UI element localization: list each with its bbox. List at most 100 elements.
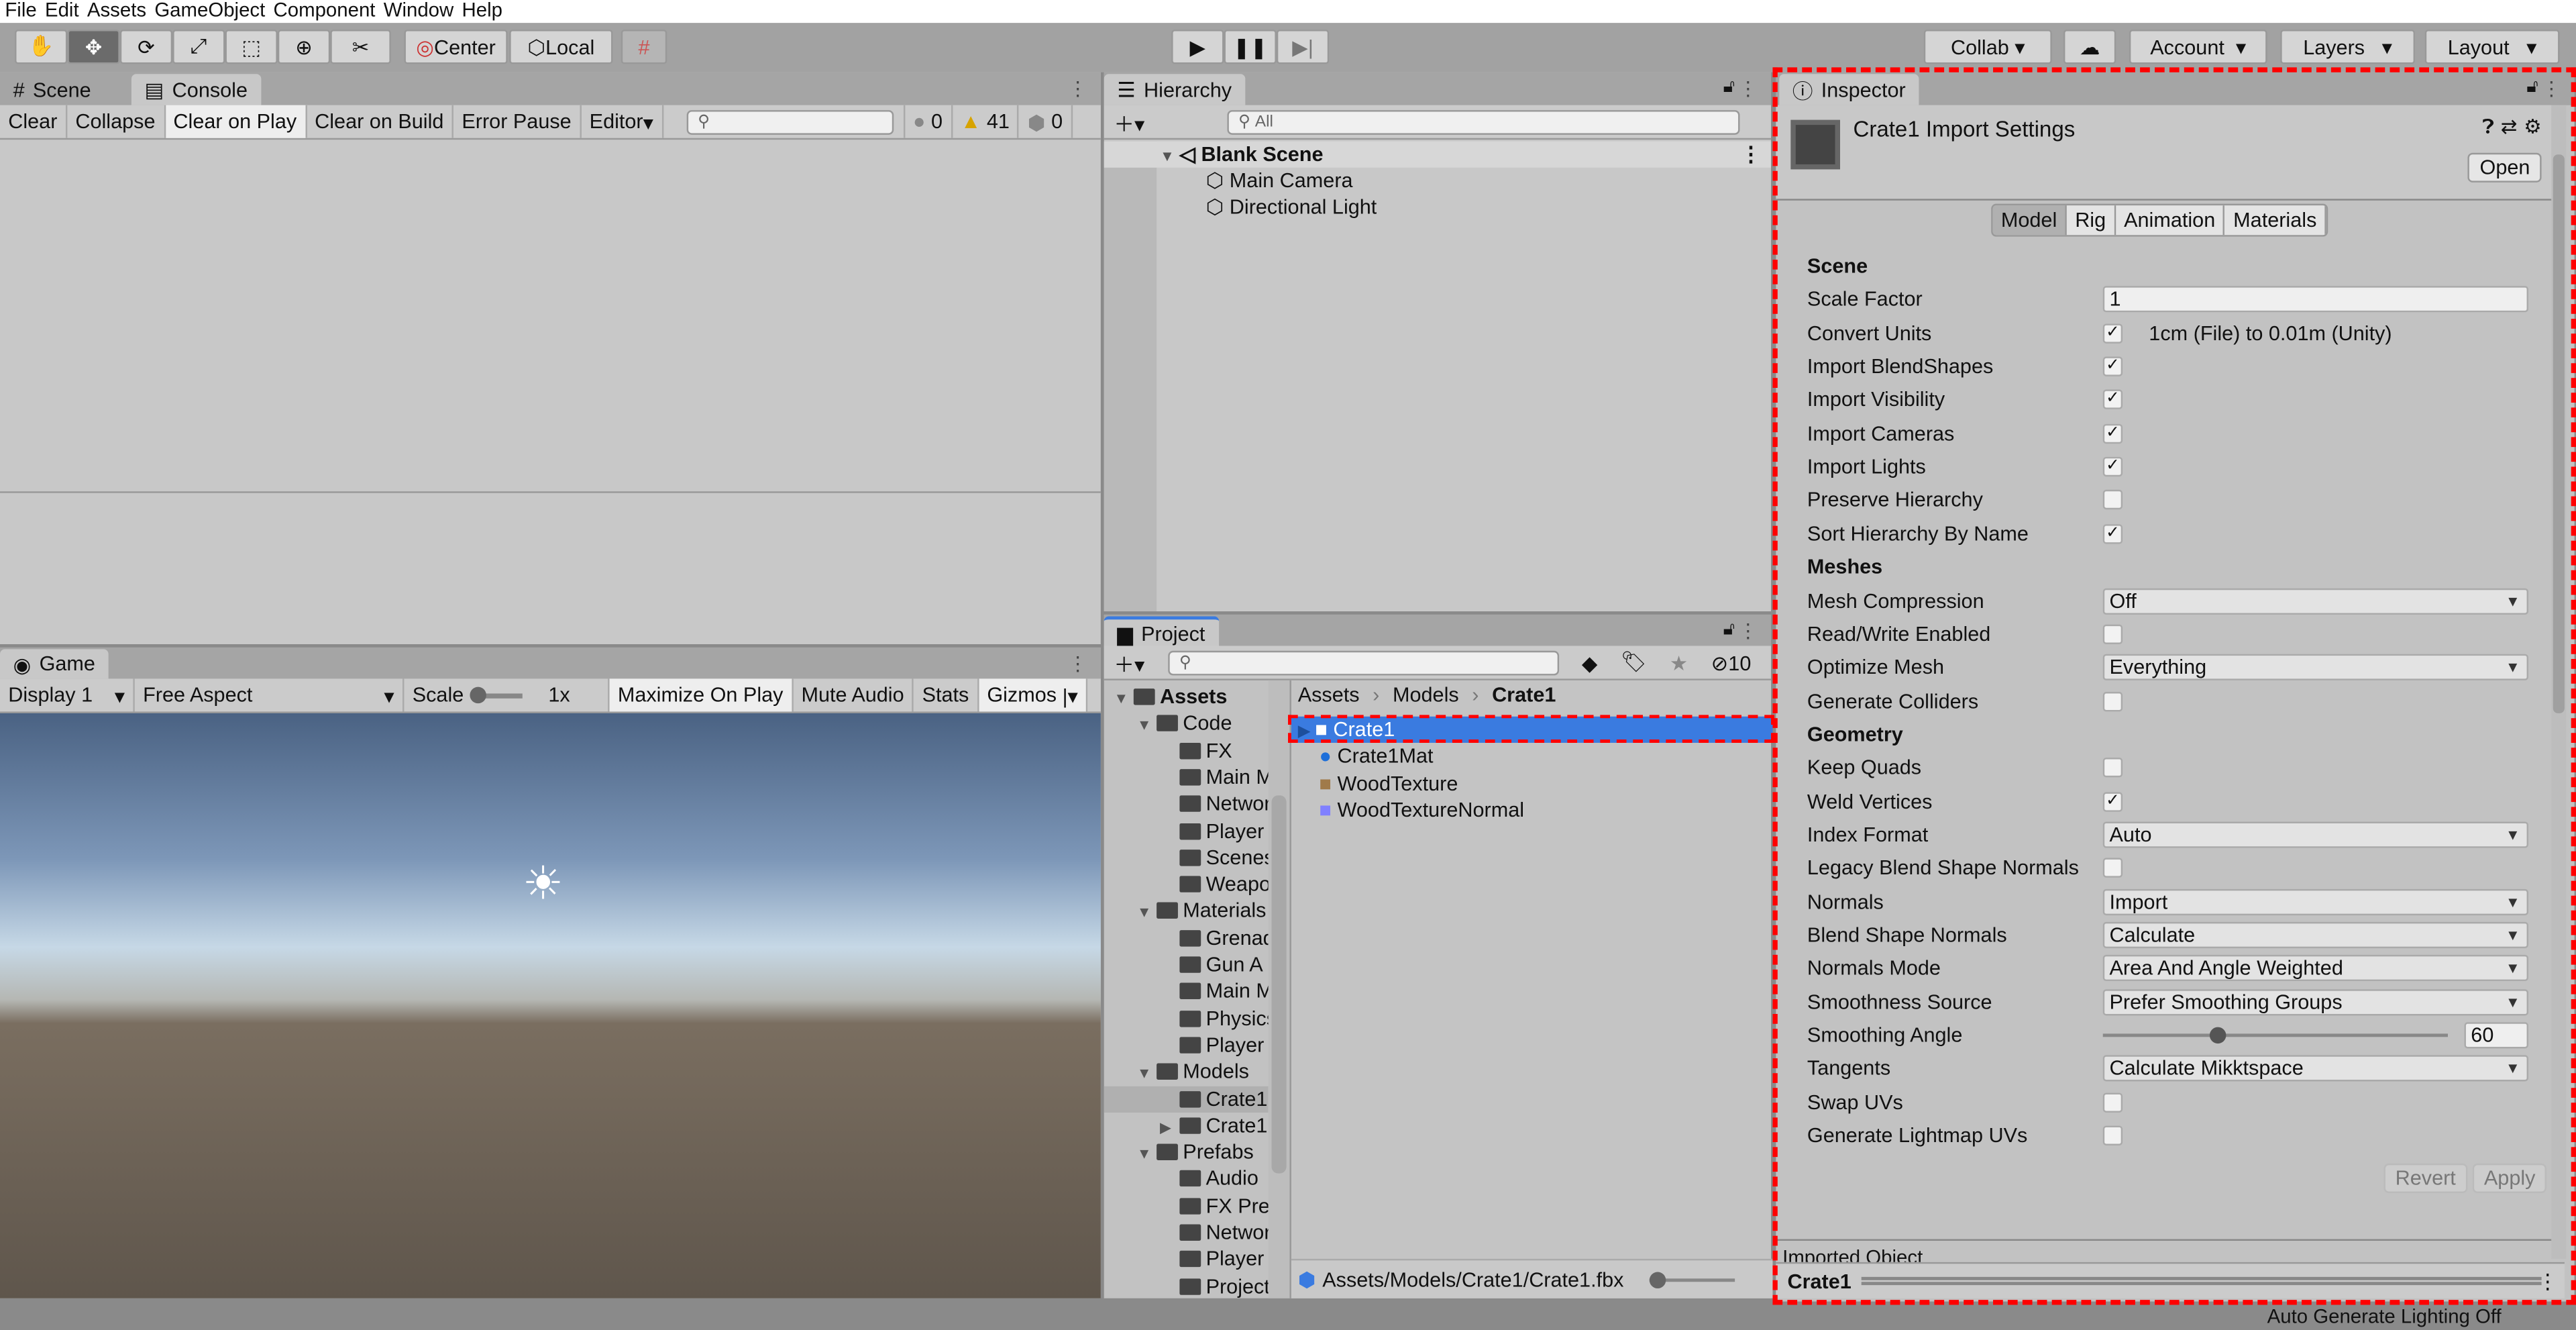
editor-dropdown[interactable]: Editor ▾ xyxy=(581,105,663,138)
gizmos-dropdown[interactable]: Gizmos |▾ xyxy=(979,678,1088,712)
icon-size-slider[interactable] xyxy=(1650,1271,1735,1288)
collapse-button[interactable]: Collapse xyxy=(67,105,166,138)
folder-tree-item[interactable]: Gun A xyxy=(1104,952,1269,978)
console-search-input[interactable]: ⚲ xyxy=(686,109,894,134)
step-button[interactable]: ▶| xyxy=(1276,30,1330,64)
folder-tree-item[interactable]: Weapons xyxy=(1104,871,1269,897)
folder-tree-item[interactable]: ▼ Assets xyxy=(1104,684,1269,710)
pivot-local-button[interactable]: ⬡ Local xyxy=(509,30,613,64)
account-dropdown[interactable]: Account ▾ xyxy=(2129,30,2267,64)
hierarchy-item[interactable]: ⬡ Directional Light xyxy=(1206,194,1377,220)
custom-tool-button[interactable]: ✂ xyxy=(330,30,391,64)
folder-tree-item[interactable]: Physics xyxy=(1104,1005,1269,1031)
scene-row[interactable]: ▼ ◁ Blank Scene ⋮ xyxy=(1104,141,1772,168)
folder-tree-item[interactable]: ▶ Crate1 xyxy=(1104,1112,1269,1138)
pivot-center-button[interactable]: ◎ Center xyxy=(404,30,508,64)
asset-item[interactable]: ■ WoodTexture xyxy=(1291,770,1773,797)
breadcrumb-item[interactable]: Assets xyxy=(1298,684,1360,707)
error-filter-toggle[interactable]: ⬢ 0 xyxy=(1020,105,1073,138)
more-icon[interactable]: ⋮ xyxy=(1068,77,1087,100)
tab-project[interactable]: ▆ Project xyxy=(1104,616,1219,648)
layers-dropdown[interactable]: Layers ▾ xyxy=(2280,30,2416,64)
display-dropdown[interactable]: Display 1 ▾ xyxy=(0,678,135,712)
more-icon[interactable]: ⋮ xyxy=(1738,77,1758,100)
rotate-tool-button[interactable]: ⟳ xyxy=(119,30,173,64)
folder-tree-item[interactable]: FX xyxy=(1104,737,1269,764)
rect-tool-button[interactable]: ⬚ xyxy=(225,30,278,64)
scrollbar-thumb[interactable] xyxy=(1271,795,1287,1174)
lock-icon[interactable]: 🔓︎ xyxy=(1723,619,1735,641)
menu-assets[interactable]: Assets xyxy=(87,0,146,23)
hidden-packages-toggle[interactable]: ⊘10 xyxy=(1711,650,1752,674)
chevron-down-icon[interactable]: ▼ xyxy=(1137,900,1157,926)
clear-on-build-toggle[interactable]: Clear on Build xyxy=(307,105,454,138)
folder-tree-item[interactable]: ▼ Materials xyxy=(1104,898,1269,924)
mute-audio-toggle[interactable]: Mute Audio xyxy=(793,678,914,712)
tree-scrollbar[interactable] xyxy=(1268,680,1290,1298)
chevron-down-icon[interactable]: ▼ xyxy=(1137,1060,1157,1086)
asset-item[interactable]: ■ WoodTextureNormal xyxy=(1291,797,1773,823)
maximize-on-play-toggle[interactable]: Maximize On Play xyxy=(609,678,794,712)
hierarchy-item[interactable]: ⬡ Main Camera xyxy=(1206,168,1353,194)
layout-dropdown[interactable]: Layout ▾ xyxy=(2424,30,2560,64)
favorites-icon[interactable]: ★ xyxy=(1670,650,1688,674)
folder-tree-item[interactable]: Player xyxy=(1104,1246,1269,1272)
move-tool-button[interactable]: ✥ xyxy=(67,30,120,64)
add-button[interactable]: ＋▾ xyxy=(1114,106,1144,138)
folder-tree-item[interactable]: Player xyxy=(1104,817,1269,843)
folder-tree-item[interactable]: Grenade xyxy=(1104,925,1269,951)
chevron-right-icon[interactable]: ▶ xyxy=(1160,1114,1179,1140)
folder-tree-item[interactable]: Projectiles xyxy=(1104,1273,1269,1298)
folder-tree-item[interactable]: Scenes xyxy=(1104,844,1269,870)
transform-tool-button[interactable]: ⊕ xyxy=(277,30,331,64)
folder-tree-item[interactable]: Main Menu xyxy=(1104,764,1269,790)
folder-tree-item[interactable]: FX Prefabs xyxy=(1104,1192,1269,1219)
menu-component[interactable]: Component xyxy=(274,0,376,23)
folder-tree-item[interactable]: Network xyxy=(1104,790,1269,817)
play-button[interactable]: ▶ xyxy=(1171,30,1224,64)
hand-tool-button[interactable]: ✋ xyxy=(15,30,68,64)
pause-button[interactable]: ❚❚ xyxy=(1224,30,1277,64)
aspect-dropdown[interactable]: Free Aspect ▾ xyxy=(135,678,405,712)
breadcrumb-item[interactable]: Models xyxy=(1393,684,1459,707)
hierarchy-search-input[interactable]: ⚲ All xyxy=(1226,109,1739,134)
menu-gameobject[interactable]: GameObject xyxy=(154,0,265,23)
scale-slider[interactable]: Scale 1x xyxy=(404,678,610,712)
error-pause-toggle[interactable]: Error Pause xyxy=(453,105,582,138)
folder-tree-item[interactable]: Audio xyxy=(1104,1166,1269,1192)
more-icon[interactable]: ⋮ xyxy=(1738,619,1758,642)
tab-game[interactable]: ◉ Game xyxy=(0,649,109,679)
tab-hierarchy[interactable]: ☰ Hierarchy xyxy=(1104,74,1245,105)
tab-scene[interactable]: # Scene xyxy=(0,74,104,105)
folder-tree-item[interactable]: Network xyxy=(1104,1219,1269,1245)
filter-by-label-icon[interactable]: 🏷︎ xyxy=(1621,650,1647,675)
info-filter-toggle[interactable]: ● 0 xyxy=(903,105,953,138)
menu-file[interactable]: File xyxy=(5,0,36,23)
scale-tool-button[interactable]: ⤢ xyxy=(172,30,225,64)
slider-track[interactable] xyxy=(470,686,523,703)
menu-help[interactable]: Help xyxy=(462,0,502,23)
folder-tree-item[interactable]: Main Menu xyxy=(1104,978,1269,1005)
folder-tree-item[interactable]: Player xyxy=(1104,1032,1269,1058)
collab-dropdown[interactable]: Collab ▾ xyxy=(1923,30,2052,64)
chevron-down-icon[interactable]: ▼ xyxy=(1137,1141,1157,1167)
warning-filter-toggle[interactable]: ▲ 41 xyxy=(953,105,1020,138)
game-view[interactable]: ☀ xyxy=(0,713,1101,1298)
lock-icon[interactable]: 🔓︎ xyxy=(1723,77,1735,99)
more-icon[interactable]: ⋮ xyxy=(1741,142,1762,168)
folder-tree-item[interactable]: ▼ Prefabs xyxy=(1104,1139,1269,1165)
folder-tree-item[interactable]: Crate1 xyxy=(1104,1085,1269,1112)
project-search-input[interactable]: ⚲ xyxy=(1167,650,1559,675)
asset-item[interactable]: ● Crate1Mat xyxy=(1291,744,1773,770)
chevron-down-icon[interactable]: ▼ xyxy=(1137,712,1157,738)
cloud-button[interactable]: ☁ xyxy=(2063,30,2116,64)
chevron-down-icon[interactable]: ▼ xyxy=(1114,685,1133,711)
filter-by-type-icon[interactable]: ◆ xyxy=(1582,650,1598,674)
stats-toggle[interactable]: Stats xyxy=(914,678,979,712)
console-divider[interactable] xyxy=(0,491,1101,493)
menu-window[interactable]: Window xyxy=(384,0,454,23)
menu-edit[interactable]: Edit xyxy=(45,0,79,23)
clear-button[interactable]: Clear xyxy=(0,105,68,138)
folder-tree-item[interactable]: ▼ Code xyxy=(1104,711,1269,737)
clear-on-play-toggle[interactable]: Clear on Play xyxy=(165,105,307,138)
